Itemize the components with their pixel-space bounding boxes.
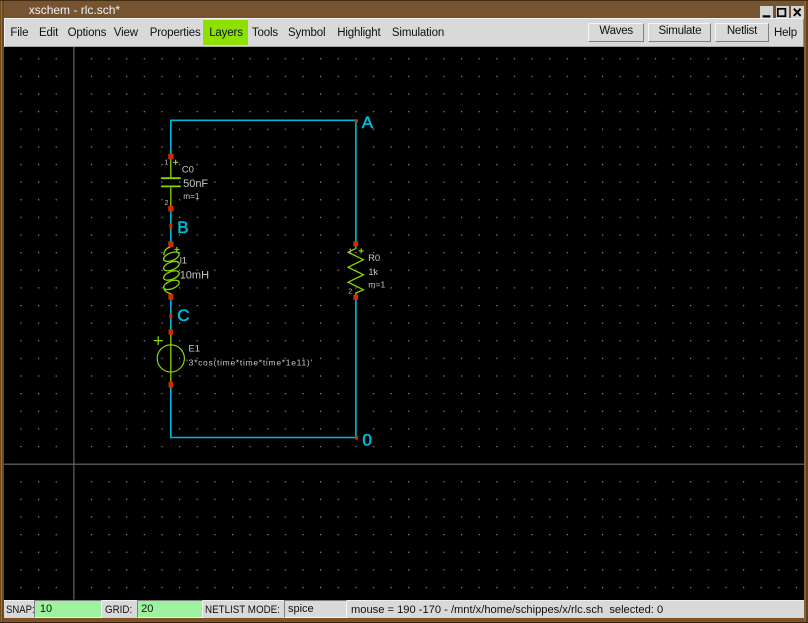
svg-text:1: 1 [164, 160, 168, 167]
svg-text:2: 2 [348, 288, 352, 295]
svg-text:B: B [177, 218, 188, 237]
svg-text:1: 1 [348, 248, 352, 255]
svg-text:0: 0 [362, 431, 371, 450]
svg-text:'3*cos(time*time*time*1e11)': '3*cos(time*time*time*1e11)' [186, 357, 313, 367]
svg-text:1k: 1k [368, 267, 378, 277]
svg-text:m=1: m=1 [368, 280, 385, 290]
svg-text:10mH: 10mH [179, 269, 208, 281]
svg-text:C0: C0 [181, 165, 193, 176]
svg-text:C: C [177, 306, 189, 325]
svg-text:50nF: 50nF [183, 178, 208, 190]
svg-text:2: 2 [164, 200, 168, 207]
svg-text:E1: E1 [188, 343, 200, 354]
svg-text:m=1: m=1 [183, 192, 200, 201]
svg-text:A: A [361, 113, 373, 132]
svg-text:R0: R0 [368, 253, 380, 264]
svg-text:l1: l1 [179, 255, 186, 266]
